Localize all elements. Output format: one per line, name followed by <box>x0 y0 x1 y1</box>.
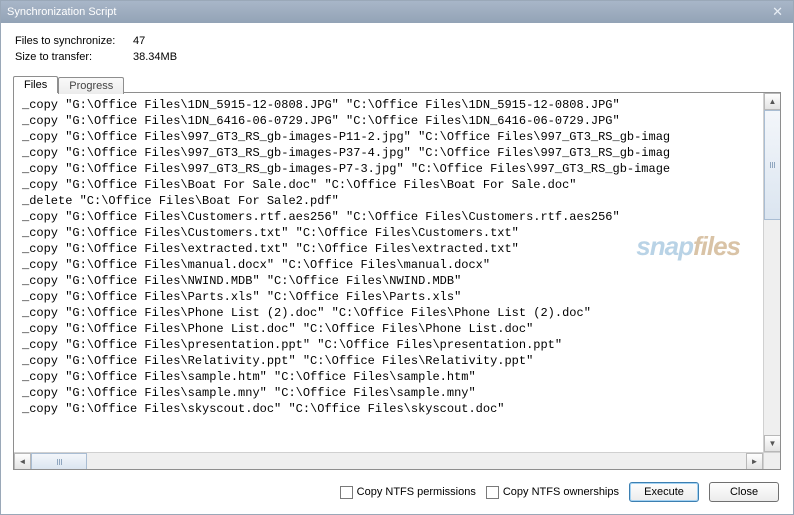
scroll-up-icon[interactable]: ▲ <box>764 93 780 110</box>
files-to-sync-value: 47 <box>133 33 145 49</box>
close-icon[interactable]: ✕ <box>768 1 787 23</box>
scroll-corner <box>763 452 780 469</box>
script-line[interactable]: _copy "G:\Office Files\Customers.rtf.aes… <box>22 209 780 225</box>
script-line[interactable]: _delete "C:\Office Files\Boat For Sale2.… <box>22 193 780 209</box>
scroll-right-icon[interactable]: ► <box>746 453 763 469</box>
window: Synchronization Script ✕ Files to synchr… <box>0 0 794 515</box>
titlebar[interactable]: Synchronization Script ✕ <box>1 1 793 23</box>
files-to-sync-label: Files to synchronize: <box>15 33 125 49</box>
scroll-left-icon[interactable]: ◄ <box>14 453 31 469</box>
script-line[interactable]: _copy "G:\Office Files\NWIND.MDB" "C:\Of… <box>22 273 780 289</box>
script-line[interactable]: _copy "G:\Office Files\sample.htm" "C:\O… <box>22 369 780 385</box>
script-line[interactable]: _copy "G:\Office Files\1DN_5915-12-0808.… <box>22 97 780 113</box>
script-line[interactable]: _copy "G:\Office Files\manual.docx" "C:\… <box>22 257 780 273</box>
script-line[interactable]: _copy "G:\Office Files\997_GT3_RS_gb-ima… <box>22 129 780 145</box>
window-title: Synchronization Script <box>7 1 116 23</box>
script-lines: _copy "G:\Office Files\1DN_5915-12-0808.… <box>14 97 780 417</box>
script-line[interactable]: _copy "G:\Office Files\sample.mny" "C:\O… <box>22 385 780 401</box>
script-line[interactable]: _copy "G:\Office Files\Phone List (2).do… <box>22 305 780 321</box>
scroll-down-icon[interactable]: ▼ <box>764 435 780 452</box>
checkbox-icon[interactable] <box>486 486 499 499</box>
vertical-scrollbar[interactable]: ▲ ▼ <box>763 93 780 452</box>
close-button[interactable]: Close <box>709 482 779 502</box>
copy-ntfs-ownerships-checkbox[interactable]: Copy NTFS ownerships <box>486 486 619 499</box>
script-line[interactable]: _copy "G:\Office Files\Customers.txt" "C… <box>22 225 780 241</box>
size-to-transfer-label: Size to transfer: <box>15 49 125 65</box>
summary-panel: Files to synchronize: 47 Size to transfe… <box>1 23 793 71</box>
tab-bar: Files Progress <box>13 71 793 92</box>
horizontal-scroll-thumb[interactable] <box>31 453 87 469</box>
script-line[interactable]: _copy "G:\Office Files\Parts.xls" "C:\Of… <box>22 289 780 305</box>
footer: Copy NTFS permissions Copy NTFS ownershi… <box>1 478 793 514</box>
tab-progress[interactable]: Progress <box>58 77 124 94</box>
script-line[interactable]: _copy "G:\Office Files\Boat For Sale.doc… <box>22 177 780 193</box>
copy-ntfs-permissions-label: Copy NTFS permissions <box>357 486 476 498</box>
content-frame: snapfiles _copy "G:\Office Files\1DN_591… <box>13 92 781 470</box>
size-to-transfer-value: 38.34MB <box>133 49 177 65</box>
script-line[interactable]: _copy "G:\Office Files\Phone List.doc" "… <box>22 321 780 337</box>
checkbox-icon[interactable] <box>340 486 353 499</box>
vertical-scroll-thumb[interactable] <box>764 110 780 220</box>
tab-files[interactable]: Files <box>13 76 58 93</box>
script-line[interactable]: _copy "G:\Office Files\Relativity.ppt" "… <box>22 353 780 369</box>
script-line[interactable]: _copy "G:\Office Files\skyscout.doc" "C:… <box>22 401 780 417</box>
script-line[interactable]: _copy "G:\Office Files\extracted.txt" "C… <box>22 241 780 257</box>
copy-ntfs-ownerships-label: Copy NTFS ownerships <box>503 486 619 498</box>
script-line[interactable]: _copy "G:\Office Files\997_GT3_RS_gb-ima… <box>22 161 780 177</box>
horizontal-scrollbar[interactable]: ◄ ► <box>14 452 763 469</box>
script-line[interactable]: _copy "G:\Office Files\presentation.ppt"… <box>22 337 780 353</box>
script-line[interactable]: _copy "G:\Office Files\997_GT3_RS_gb-ima… <box>22 145 780 161</box>
execute-button[interactable]: Execute <box>629 482 699 502</box>
script-area[interactable]: snapfiles _copy "G:\Office Files\1DN_591… <box>14 93 780 469</box>
copy-ntfs-permissions-checkbox[interactable]: Copy NTFS permissions <box>340 486 476 499</box>
script-line[interactable]: _copy "G:\Office Files\1DN_6416-06-0729.… <box>22 113 780 129</box>
